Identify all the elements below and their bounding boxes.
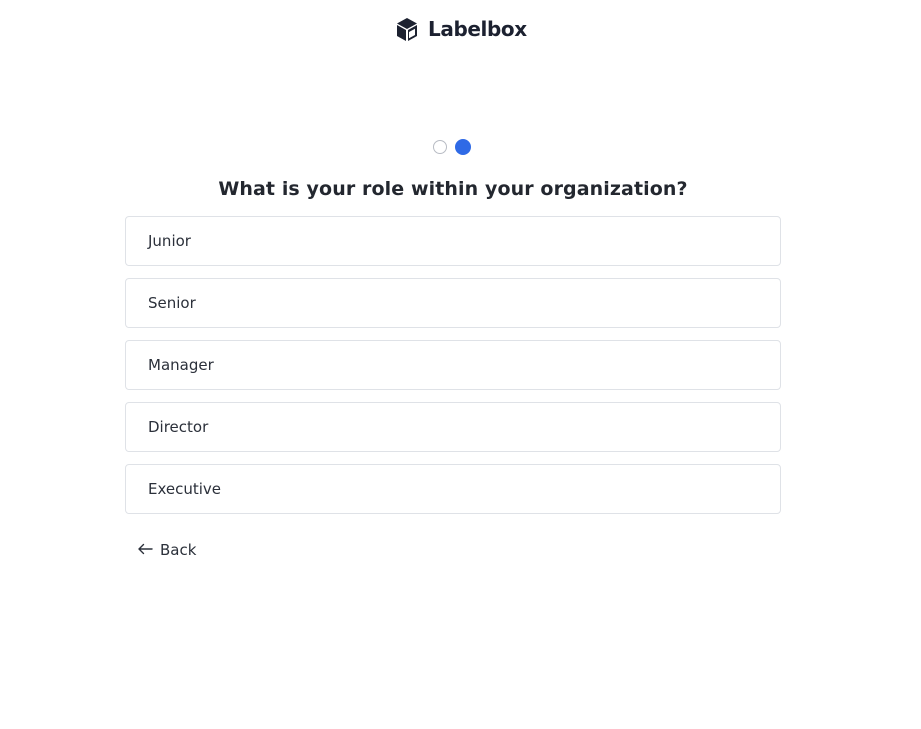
option-label: Junior xyxy=(148,232,191,250)
brand-name: Labelbox xyxy=(428,17,527,41)
page-title: What is your role within your organizati… xyxy=(218,178,688,200)
option-label: Director xyxy=(148,418,209,436)
option-director[interactable]: Director xyxy=(125,402,781,452)
step-dot-1 xyxy=(433,140,447,154)
option-label: Senior xyxy=(148,294,196,312)
labelbox-logo: Labelbox xyxy=(396,16,527,42)
step-indicator xyxy=(433,139,471,155)
option-executive[interactable]: Executive xyxy=(125,464,781,514)
option-label: Manager xyxy=(148,356,214,374)
arrow-left-icon xyxy=(137,541,160,559)
option-manager[interactable]: Manager xyxy=(125,340,781,390)
option-senior[interactable]: Senior xyxy=(125,278,781,328)
labelbox-cube-icon xyxy=(396,17,418,42)
option-junior[interactable]: Junior xyxy=(125,216,781,266)
onboarding-page: Labelbox What is your role within your o… xyxy=(0,0,921,729)
back-button[interactable]: Back xyxy=(137,541,196,559)
back-label: Back xyxy=(160,541,197,559)
role-options-list: Junior Senior Manager Director Executive xyxy=(125,216,781,526)
step-dot-2-active xyxy=(455,139,471,155)
option-label: Executive xyxy=(148,480,222,498)
